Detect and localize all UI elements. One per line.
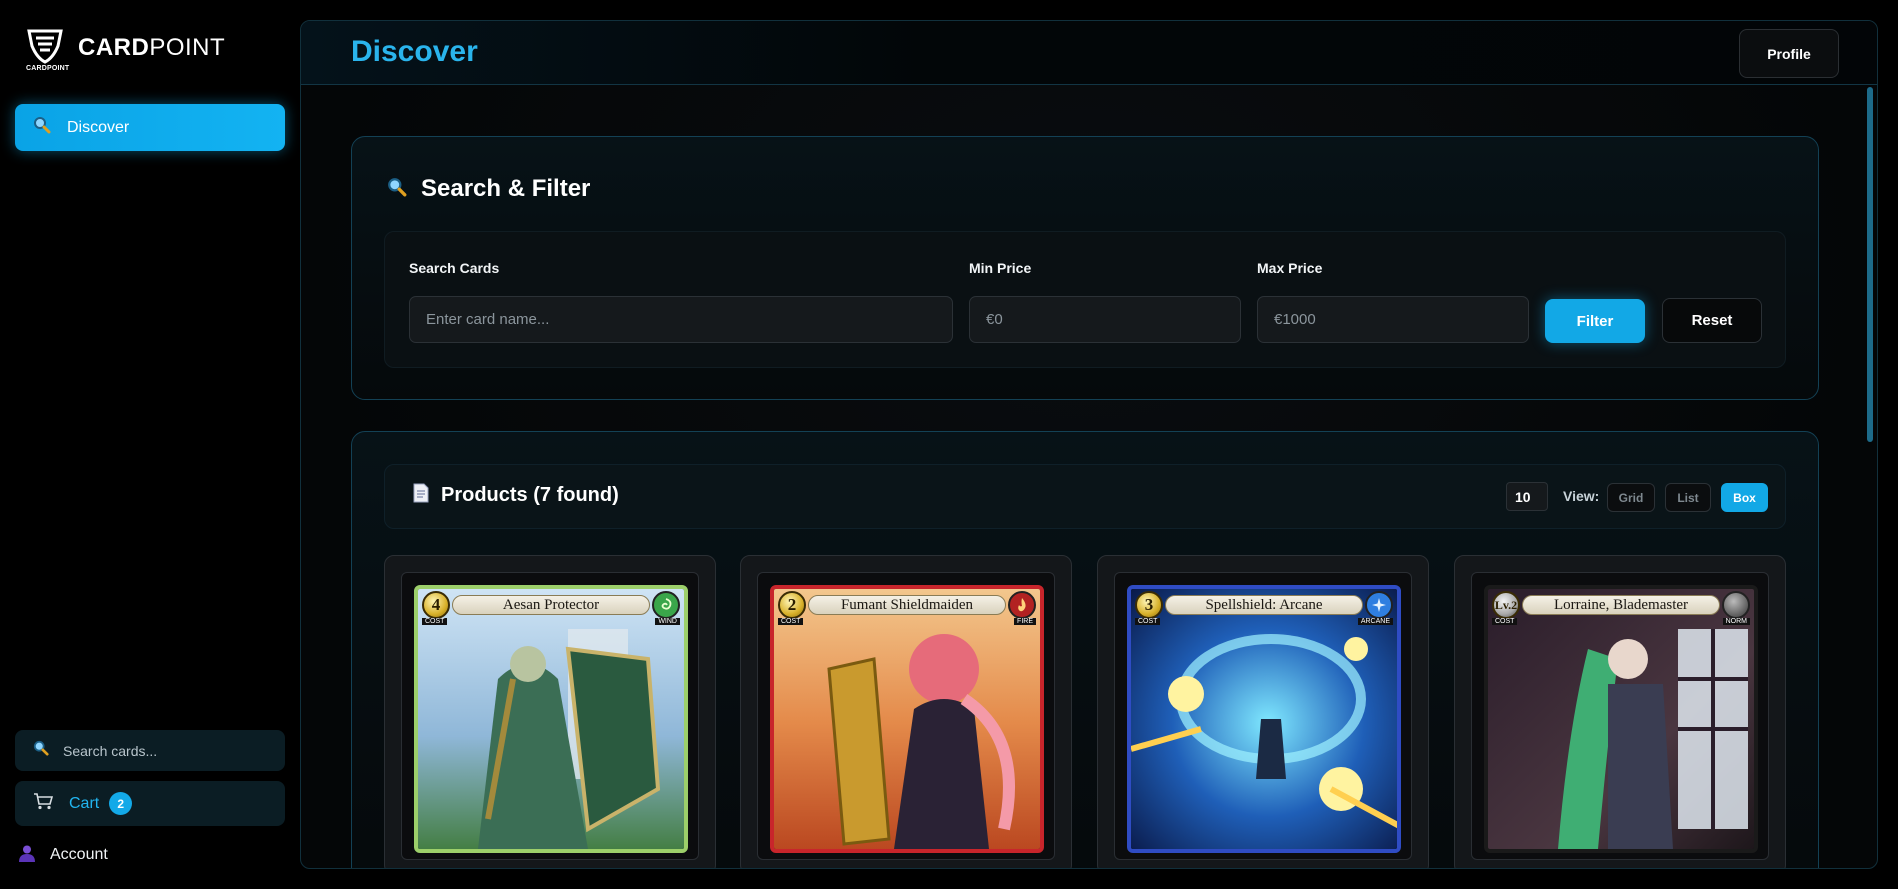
card-cost: 2 [778,591,806,619]
sidebar-item-cart[interactable]: Cart 2 [15,781,285,826]
sidebar: CARDPOINT CARDPOINT Discover Cart 2 Acco… [0,0,300,889]
card-artwork: Spellshield: Arcane 3 COST ARCANE [1127,585,1401,853]
products-title: Products (7 found) [441,484,619,506]
card-cost-caption: COST [422,618,448,625]
sidebar-search [15,730,285,771]
view-list-button[interactable]: List [1665,483,1711,512]
products-header: Products (7 found) 10 View: Grid List Bo… [384,464,1786,529]
cart-icon [33,792,54,815]
sidebar-item-label: Cart [69,794,100,812]
card-cost: 4 [422,591,450,619]
section-heading: Search & Filter [387,175,590,203]
card-element: NORM [1722,618,1750,625]
profile-button[interactable]: Profile [1739,29,1839,78]
card-image-frame: Spellshield: Arcane 3 COST ARCANE [1114,572,1412,860]
search-icon [33,116,51,139]
card-artwork: Aesan Protector 4 COST WIND [414,585,688,853]
top-bar: Discover Profile [301,21,1877,85]
user-icon [18,844,36,867]
min-price-input[interactable] [969,296,1241,343]
page-title: Discover [351,35,478,68]
cart-count-badge: 2 [109,792,133,815]
section-title: Search & Filter [421,175,591,202]
card-cost-caption: COST [1492,618,1518,625]
card-cost: Lv.2 [1492,591,1520,619]
logo-subtext: CARDPOINT [26,65,70,72]
card-name: Fumant Shieldmaiden [808,595,1006,615]
wind-element-icon [652,591,680,619]
product-card[interactable]: Fumant Shieldmaiden 2 COST FIRE [740,555,1072,868]
view-box-button[interactable]: Box [1721,483,1768,512]
card-element: FIRE [1014,618,1036,625]
product-card[interactable]: Aesan Protector 4 COST WIND [384,555,716,868]
brand-name: CARDPOINT [78,34,226,61]
card-element: WIND [655,618,680,625]
card-name: Spellshield: Arcane [1165,595,1363,615]
sidebar-item-label: Account [50,846,108,863]
scrollbar-thumb[interactable] [1867,87,1873,442]
card-image-frame: Aesan Protector 4 COST WIND [401,572,699,860]
search-icon [387,177,407,202]
card-image-frame: Fumant Shieldmaiden 2 COST FIRE [757,572,1055,860]
filter-form: Search Cards Min Price Max Price Filter … [384,231,1786,368]
card-name-input[interactable] [409,296,953,343]
view-grid-button[interactable]: Grid [1607,483,1655,512]
logo-shield-icon: CARDPOINT [26,28,70,76]
sidebar-item-label: Discover [67,118,130,136]
sidebar-search-input[interactable] [63,742,263,759]
products-panel: Products (7 found) 10 View: Grid List Bo… [351,431,1819,868]
card-cost-caption: COST [778,618,804,625]
card-element: ARCANE [1357,618,1393,625]
search-icon [33,740,49,761]
search-cards-label: Search Cards [409,260,500,276]
card-name: Aesan Protector [452,595,650,615]
card-artwork: Lorraine, Blademaster Lv.2 COST NORM [1484,585,1758,853]
brand-logo[interactable]: CARDPOINT CARDPOINT [26,28,225,76]
reset-button[interactable]: Reset [1662,298,1762,343]
card-cost-caption: COST [1135,618,1161,625]
arcane-element-icon [1365,591,1393,619]
sidebar-item-account[interactable]: Account [18,842,108,868]
per-page-select[interactable]: 10 [1506,482,1548,511]
card-image-frame: Lorraine, Blademaster Lv.2 COST NORM [1471,572,1769,860]
max-price-input[interactable] [1257,296,1529,343]
product-card[interactable]: Lorraine, Blademaster Lv.2 COST NORM [1454,555,1786,868]
view-label: View: [1563,488,1600,504]
document-icon [413,483,429,508]
main-content: Discover Profile Search & Filter Search … [300,20,1878,869]
products-heading: Products (7 found) [413,483,619,508]
fire-element-icon [1008,591,1036,619]
card-name: Lorraine, Blademaster [1522,595,1720,615]
max-price-label: Max Price [1257,260,1323,276]
norm-element-icon [1722,591,1750,619]
search-filter-panel: Search & Filter Search Cards Min Price M… [351,136,1819,400]
sidebar-item-discover[interactable]: Discover [15,104,285,151]
card-cost: 3 [1135,591,1163,619]
card-artwork: Fumant Shieldmaiden 2 COST FIRE [770,585,1044,853]
filter-button[interactable]: Filter [1545,299,1645,343]
min-price-label: Min Price [969,260,1032,276]
product-card[interactable]: Spellshield: Arcane 3 COST ARCANE [1097,555,1429,868]
